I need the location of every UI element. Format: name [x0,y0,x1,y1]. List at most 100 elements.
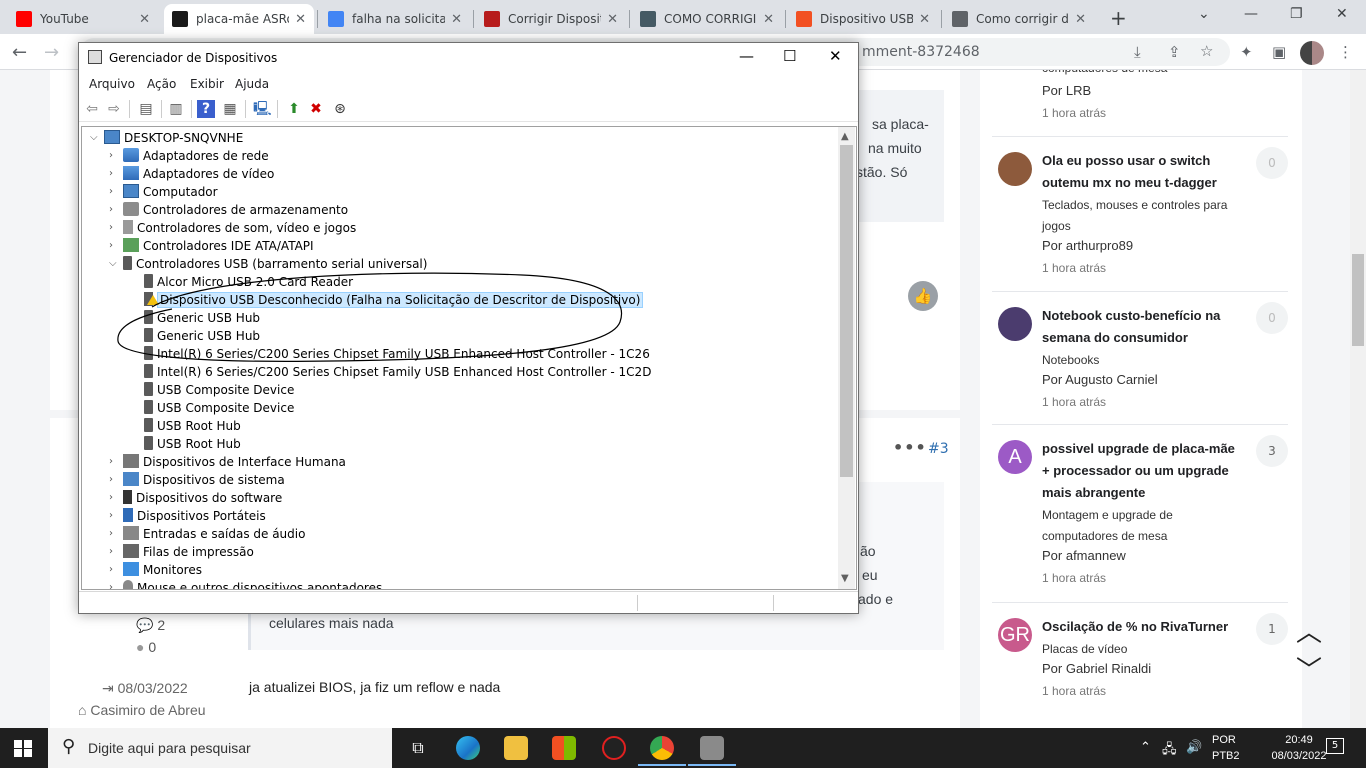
close-browser-button[interactable]: ✕ [1336,6,1348,22]
start-windows-icon[interactable] [14,740,32,757]
scroll-up-arrow-icon[interactable]: ▲ [841,131,849,142]
sidebar-category[interactable]: Teclados, mouses e controles para jogos [1042,195,1242,237]
browser-tab[interactable]: placa-mãe ASRock ✕ [164,4,314,34]
tab-title: falha na solicitação [352,12,446,26]
properties-icon[interactable]: ▥ [167,100,185,118]
notification-center-icon[interactable]: 5 [1326,738,1344,754]
back-button[interactable]: ← [12,42,27,63]
store-icon[interactable] [552,736,576,760]
close-tab-icon[interactable]: ✕ [919,12,930,27]
close-button[interactable]: ✕ [829,47,842,65]
browser-tab[interactable]: Corrigir Dispositivo ✕ [476,4,626,34]
network-icon[interactable]: 🖧 [1162,740,1177,762]
close-tab-icon[interactable]: ✕ [763,12,774,27]
sidebar-topic-title[interactable]: Oscilação de % no RivaTurner [1042,616,1242,638]
tree-scrollbar-thumb[interactable] [840,145,853,477]
sidebar-reply-count: 1 [1256,613,1288,645]
forward-arrow-icon[interactable]: ⇨ [105,100,123,118]
sidebar-author[interactable]: Por arthurpro89 [1042,238,1133,253]
close-tab-icon[interactable]: ✕ [295,12,306,27]
show-hide-tree-icon[interactable]: ▤ [137,100,155,118]
scroll-down-icon[interactable]: ﹀ [1296,650,1322,687]
minimize-button[interactable]: — [1244,6,1258,22]
new-tab-button[interactable]: + [1110,6,1127,30]
language-indicator[interactable]: POR PTB2 [1212,732,1240,764]
tab-favicon-icon [640,11,656,27]
edge-icon[interactable] [456,736,480,760]
scroll-up-icon[interactable]: ︿ [1296,612,1322,649]
device-tree[interactable]: ⌵ DESKTOP-SNQVNHE › Adaptadores de rede › Ada… [81,126,857,590]
share-icon[interactable]: ⇪ [1168,43,1181,61]
menu-bar: Arquivo Ação Exibir Ajuda [79,73,858,95]
sidebar-avatar[interactable] [998,152,1032,186]
sidebar-topic-title[interactable]: possivel upgrade de placa-mãe + processa… [1042,438,1242,504]
menu-ajuda[interactable]: Ajuda [235,77,269,91]
browser-tab[interactable]: Dispositivo USB d ✕ [788,4,938,34]
menu-acao[interactable]: Ação [147,77,176,91]
maximize-button[interactable]: ☐ [783,47,796,65]
sidebar-topic-title[interactable]: Ola eu posso usar o switch outemu mx no … [1042,150,1242,194]
browser-tab[interactable]: falha na solicitação ✕ [320,4,470,34]
menu-exibir[interactable]: Exibir [190,77,224,91]
browser-tab[interactable]: Como corrigir dis ✕ [944,4,1094,34]
sidebar-author[interactable]: Por LRB [1042,83,1091,98]
sidebar-author[interactable]: Por Augusto Carniel [1042,372,1158,387]
clock[interactable]: 20:49 08/03/2022 [1268,732,1330,764]
update-driver-icon[interactable]: ⬆ [285,100,303,118]
forward-button[interactable]: → [44,42,59,63]
install-icon[interactable]: ⤓ [1134,43,1141,61]
sidebar-topic-title[interactable]: Notebook custo-benefício na semana do co… [1042,305,1242,349]
disable-device-icon[interactable]: ⊛ [331,100,349,118]
profile-avatar[interactable] [1300,41,1324,65]
page-scrollbar-thumb[interactable] [1352,254,1364,346]
help-icon[interactable]: ? [197,100,215,118]
app-icon[interactable] [602,736,626,760]
sidebar-avatar[interactable]: A [998,440,1032,474]
taskbar-search-box[interactable]: ⚲ Digite aqui para pesquisar [48,728,392,768]
sidebar-author[interactable]: Por Gabriel Rinaldi [1042,661,1151,676]
home-icon: ⌂ [78,702,87,718]
scan-hardware-icon[interactable]: 🖳 [253,100,272,118]
sidebar-separator [992,136,1288,137]
tab-search-icon[interactable]: ⌄ [1198,6,1210,22]
chrome-icon[interactable] [638,736,686,766]
sidebar-category[interactable]: Notebooks [1042,350,1242,371]
more-options-icon[interactable]: ••• [893,438,927,457]
uninstall-device-icon[interactable]: ✖ [307,100,325,118]
scroll-down-arrow-icon[interactable]: ▼ [841,573,849,584]
tab-separator [317,10,318,28]
browser-tab[interactable]: COMO CORRIGIR ✕ [632,4,782,34]
sidebar-category[interactable]: Placas de vídeo [1042,639,1242,660]
post-location-value: Casimiro de Abreu [90,702,206,718]
side-panel-icon[interactable]: ▣ [1272,43,1286,61]
sidebar-time: 1 hora atrás [1042,261,1107,275]
browser-tab[interactable]: YouTube ✕ [8,4,158,34]
sidebar-category[interactable]: computadores de mesa [1042,70,1242,79]
extensions-icon[interactable]: ✦ [1240,43,1253,61]
minimize-button[interactable]: — [739,47,754,65]
file-explorer-icon[interactable] [504,736,528,760]
show-hidden-icons-icon[interactable]: ⌃ [1140,740,1151,755]
volume-icon[interactable]: 🔊 [1186,740,1202,755]
back-arrow-icon[interactable]: ⇦ [83,100,101,118]
sidebar-avatar[interactable]: GR [998,618,1032,652]
view-icon[interactable]: ▦ [221,100,239,118]
window-titlebar[interactable]: Gerenciador de Dispositivos — ☐ ✕ [79,43,858,73]
device-manager-taskbar-icon[interactable] [688,736,736,766]
menu-icon[interactable]: ⋮ [1338,43,1353,61]
restore-button[interactable]: ❐ [1290,6,1303,22]
post-number[interactable]: #3 [928,441,949,457]
sidebar-category[interactable]: Montagem e upgrade de computadores de me… [1042,505,1242,547]
task-view-icon[interactable]: ⧉ [406,736,430,760]
menu-arquivo[interactable]: Arquivo [89,77,135,91]
bookmark-star-icon[interactable]: ☆ [1200,42,1213,60]
sidebar-author[interactable]: Por afmannew [1042,548,1126,563]
close-tab-icon[interactable]: ✕ [1075,12,1086,27]
close-tab-icon[interactable]: ✕ [139,12,150,27]
tab-favicon-icon [328,11,344,27]
close-tab-icon[interactable]: ✕ [607,12,618,27]
page-scrollbar[interactable] [1350,70,1366,728]
close-tab-icon[interactable]: ✕ [451,12,462,27]
like-icon[interactable]: 👍 [908,281,938,311]
sidebar-avatar[interactable] [998,307,1032,341]
